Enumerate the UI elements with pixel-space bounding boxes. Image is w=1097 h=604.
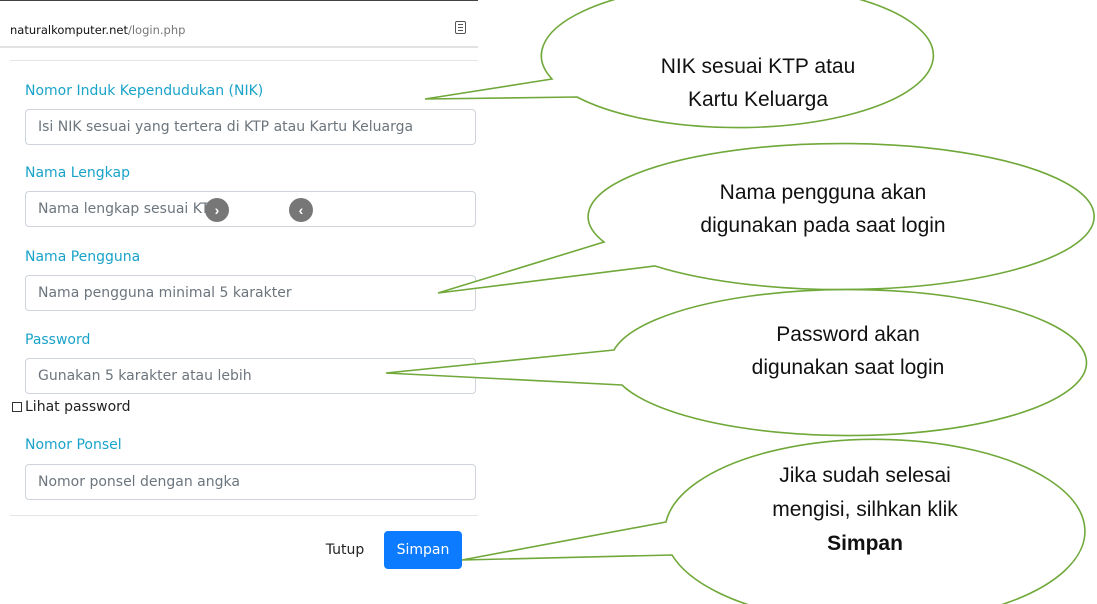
- nomor-ponsel-label: Nomor Ponsel: [25, 437, 122, 453]
- reader-mode-icon[interactable]: [455, 21, 466, 34]
- callout-simpan-line2: mengisi, silhkan klik: [772, 498, 958, 521]
- slider-prev-icon[interactable]: ‹: [289, 198, 313, 222]
- slider-next-icon[interactable]: ›: [205, 198, 229, 222]
- callout-simpan-line3: Simpan: [827, 532, 903, 555]
- nama-pengguna-input[interactable]: [25, 275, 476, 311]
- callout-password-line1: Password akan: [776, 323, 920, 346]
- callout-password-text: Password akan digunakan saat login: [713, 318, 983, 384]
- nomor-ponsel-input[interactable]: [25, 464, 476, 500]
- nama-lengkap-input[interactable]: [25, 191, 476, 227]
- password-input[interactable]: [25, 358, 476, 394]
- nama-lengkap-label: Nama Lengkap: [25, 165, 130, 181]
- nik-label: Nomor Induk Kependudukan (NIK): [25, 83, 264, 99]
- show-password-checkbox[interactable]: [12, 402, 22, 412]
- simpan-button[interactable]: Simpan: [384, 531, 462, 569]
- address-bar-divider: [0, 46, 478, 48]
- callout-nik-line1: NIK sesuai KTP atau: [660, 55, 856, 78]
- callout-nik-text: NIK sesuai KTP atau Kartu Keluarga: [608, 50, 908, 116]
- callout-password-line2: digunakan saat login: [751, 356, 945, 379]
- form-header-divider: [10, 60, 478, 61]
- tutup-button[interactable]: Tutup: [316, 531, 374, 569]
- form-footer-divider: [10, 515, 478, 516]
- callout-nama-pengguna-line2: digunakan pada saat login: [700, 214, 946, 237]
- callout-nama-pengguna-line1: Nama pengguna akan: [719, 181, 927, 204]
- url-text[interactable]: naturalkomputer.net/login.php: [10, 23, 185, 37]
- callout-simpan-text: Jika sudah selesai mengisi, silhkan klik…: [735, 459, 995, 561]
- callout-nik-line2: Kartu Keluarga: [687, 88, 829, 111]
- nama-pengguna-label: Nama Pengguna: [25, 249, 141, 265]
- browser-address-bar: naturalkomputer.net/login.php: [0, 0, 478, 47]
- url-host: naturalkomputer.net: [10, 23, 128, 37]
- show-password-label: Lihat password: [25, 399, 131, 415]
- callout-simpan-line1: Jika sudah selesai: [779, 464, 951, 487]
- callout-nama-pengguna-text: Nama pengguna akan digunakan pada saat l…: [668, 176, 978, 242]
- show-password-checkbox-row[interactable]: Lihat password: [12, 399, 131, 415]
- url-path: /login.php: [127, 23, 186, 37]
- nik-input[interactable]: [25, 109, 476, 145]
- password-label: Password: [25, 332, 91, 348]
